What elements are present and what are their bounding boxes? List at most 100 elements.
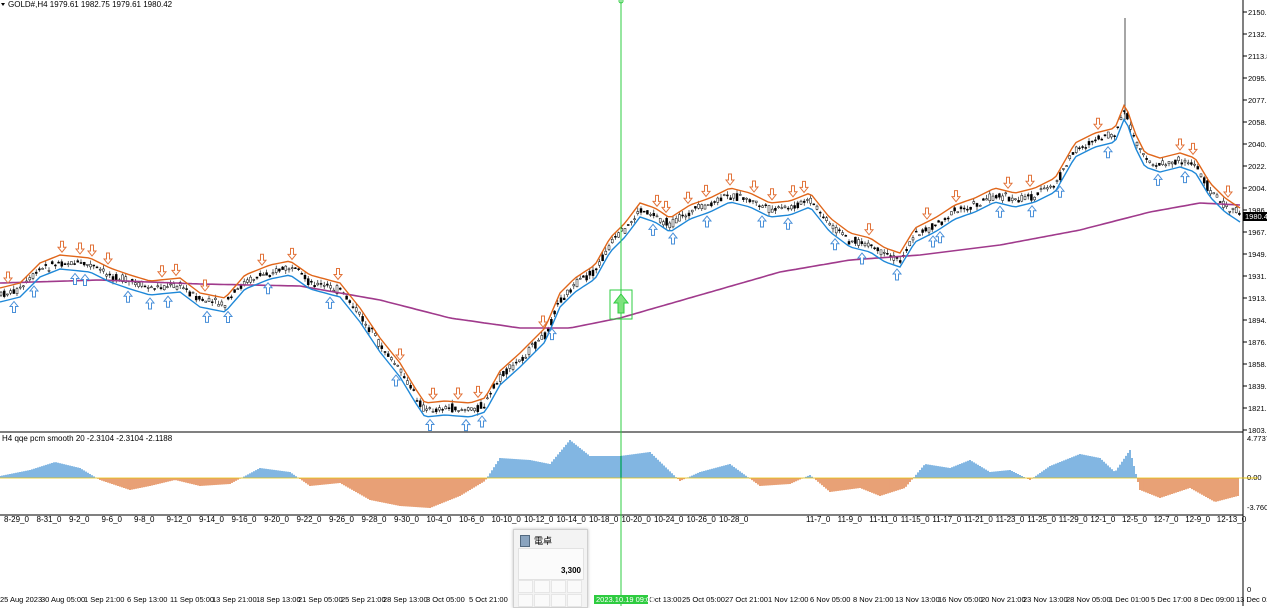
calculator-display: [518, 548, 584, 580]
candle-body: [886, 252, 889, 255]
candle-body: [1167, 161, 1171, 165]
candle-body: [303, 274, 307, 280]
candle-body: [802, 200, 806, 203]
date-marker-label: 12-1_0: [1090, 515, 1115, 524]
candle-body: [502, 371, 505, 377]
candle-body: [710, 202, 713, 207]
candle-body: [386, 353, 390, 357]
buy-arrow-icon: [647, 223, 659, 236]
calc-key[interactable]: [566, 580, 582, 593]
candle-body: [214, 297, 217, 301]
calc-key[interactable]: [518, 580, 534, 593]
candle-body: [198, 296, 201, 300]
calc-key[interactable]: [566, 594, 582, 607]
candle-body: [1090, 140, 1094, 143]
buy-arrow-icon: [891, 268, 903, 281]
candle-body: [754, 200, 758, 203]
time-axis-label: 25 Oct 05:00: [682, 595, 725, 604]
date-marker-label: 11-7_0: [806, 515, 831, 524]
candle-body: [578, 277, 582, 280]
date-marker-label: 10-6_0: [459, 515, 484, 524]
candle-body: [543, 332, 547, 340]
calculator-keypad[interactable]: [518, 580, 582, 607]
buy-arrow-icon: [79, 273, 91, 286]
calculator-popup[interactable]: 電卓 3,300: [513, 529, 588, 608]
sell-arrow-icon: [2, 271, 14, 284]
chart-menu-triangle-icon[interactable]: [1, 3, 5, 6]
candle-body: [172, 283, 176, 288]
candle-body: [348, 300, 352, 303]
date-marker-label: 9-14_0: [199, 515, 224, 524]
candle-body: [447, 407, 451, 409]
calculator-title: 電卓: [534, 536, 553, 546]
date-marker-label: 9-6_0: [102, 515, 123, 524]
price-tick-label: 2040.7: [1248, 140, 1267, 149]
candle-body: [482, 406, 486, 409]
candle-body: [34, 271, 38, 274]
candle-body: [898, 260, 902, 263]
candle-body: [575, 279, 579, 288]
candle-body: [406, 380, 409, 385]
candle-body: [1020, 195, 1024, 202]
candle-body: [924, 227, 928, 232]
candle-body: [758, 205, 761, 208]
buy-arrow-icon: [390, 374, 402, 387]
candle-body: [719, 197, 723, 202]
candle-body: [1004, 192, 1008, 195]
candle-body: [991, 195, 995, 201]
price-tick-label: 2004.4: [1248, 184, 1267, 193]
candle-body: [316, 282, 320, 286]
date-marker-label: 9-8_0: [134, 515, 155, 524]
candle-body: [668, 222, 672, 228]
candle-body: [1183, 159, 1187, 163]
calc-key[interactable]: [534, 580, 550, 593]
candle-body: [1081, 146, 1084, 148]
candle-body: [294, 267, 297, 269]
date-marker-label: 9-26_0: [329, 515, 354, 524]
candle-body: [162, 285, 166, 291]
candle-body: [943, 218, 947, 221]
candle-body: [969, 206, 972, 210]
time-axis-label: 1 Sep 21:00: [84, 595, 124, 604]
calc-key[interactable]: [550, 580, 566, 593]
candle-body: [249, 276, 252, 283]
candle-body: [454, 406, 457, 411]
candle-body: [508, 364, 512, 369]
date-marker-label: 10-14_0: [557, 515, 587, 524]
candle-body: [252, 279, 256, 281]
calc-key[interactable]: [550, 594, 566, 607]
candle-body: [796, 202, 800, 209]
candle-body: [674, 218, 678, 224]
candle-body: [985, 198, 988, 201]
candle-body: [921, 229, 924, 233]
calc-key[interactable]: [534, 594, 550, 607]
time-axis-label: 1 Nov 12:00: [768, 595, 808, 604]
candle-body: [498, 374, 502, 382]
candle-body: [511, 364, 515, 370]
date-marker-label: 12-9_0: [1185, 515, 1210, 524]
candle-body: [697, 203, 700, 209]
lower-trail-line: [0, 117, 1241, 418]
time-axis-label: 18 Sep 13:00: [256, 595, 301, 604]
candle-body: [706, 204, 710, 206]
candle-body: [636, 211, 640, 214]
candle-body: [662, 221, 665, 226]
buy-arrow-icon: [756, 215, 768, 228]
sell-arrow-icon: [1174, 138, 1186, 151]
candle-body: [89, 263, 92, 268]
candle-body: [50, 261, 54, 265]
signal-arrows: [2, 117, 1234, 432]
candle-body: [534, 341, 537, 349]
candle-body: [15, 288, 19, 294]
candle-body: [54, 264, 57, 267]
sell-arrow-icon: [199, 279, 211, 292]
candle-body: [623, 228, 627, 234]
candle-body: [1026, 194, 1030, 197]
trading-chart[interactable]: GOLD#,H4 1979.61 1982.75 1979.61 1980.42…: [0, 0, 1267, 606]
candle-body: [694, 206, 697, 209]
candle-body: [399, 368, 403, 373]
price-tick-label: 2077.5: [1248, 96, 1267, 105]
candle-body: [918, 234, 921, 236]
candle-body: [774, 208, 777, 211]
calc-key[interactable]: [518, 594, 534, 607]
